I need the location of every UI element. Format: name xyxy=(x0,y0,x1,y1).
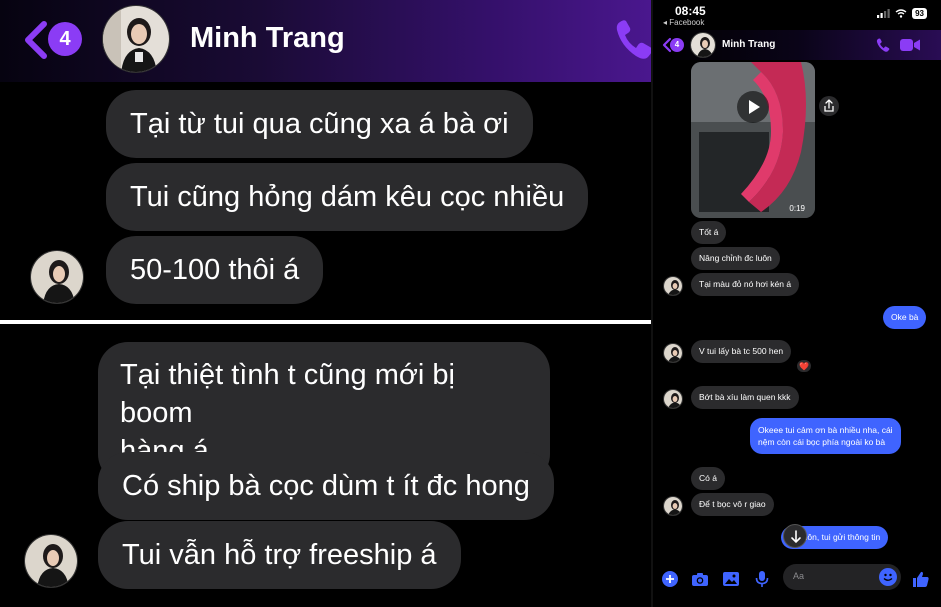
unread-count-badge: 4 xyxy=(48,22,82,56)
heart-reaction-icon[interactable]: ❤️ xyxy=(796,359,812,373)
contact-name[interactable]: Minh Trang xyxy=(190,22,345,55)
microphone-icon[interactable] xyxy=(753,570,771,588)
sender-avatar[interactable] xyxy=(663,343,683,363)
zoomed-chat-header: 4 Minh Trang xyxy=(0,0,651,82)
screenshot-root: 4 Minh Trang Tại từ tui qua cũng xa á bà… xyxy=(0,0,941,607)
incoming-message[interactable]: V tui lấy bà tc 500 hen xyxy=(691,340,792,363)
outgoing-message[interactable]: Okeee tui cảm ơn bà nhiều nha, cái nệm c… xyxy=(750,418,901,454)
thumbs-up-icon[interactable] xyxy=(912,570,930,588)
video-call-icon[interactable] xyxy=(900,38,920,52)
incoming-message[interactable]: Để t bọc vô r giao xyxy=(691,493,774,516)
battery-indicator: 93 xyxy=(912,8,927,19)
incoming-message[interactable]: Có á xyxy=(691,467,725,490)
scroll-down-arrow-icon[interactable] xyxy=(783,524,807,548)
camera-icon[interactable] xyxy=(691,570,709,588)
video-duration: 0:19 xyxy=(789,204,805,213)
sender-avatar[interactable] xyxy=(24,534,78,588)
zoomed-message-bubble[interactable]: Tui vẫn hỗ trợ freeship á xyxy=(98,521,461,589)
messenger-phone-screen: 08:45 ◂ Facebook 93 4 Minh Trang 0:19 Tố… xyxy=(651,0,941,607)
wifi-icon xyxy=(895,9,907,18)
zoomed-message-bubble[interactable]: 50-100 thôi á xyxy=(106,236,324,304)
incoming-message[interactable]: Tại màu đỏ nó hơi kén á xyxy=(691,273,800,296)
sender-avatar[interactable] xyxy=(663,496,683,516)
phone-icon[interactable] xyxy=(875,37,891,53)
incoming-message[interactable]: Tốt á xyxy=(691,221,727,244)
video-thumbnail xyxy=(691,62,815,218)
sender-avatar[interactable] xyxy=(663,276,683,296)
share-icon[interactable] xyxy=(819,96,839,116)
status-time: 08:45 xyxy=(675,4,706,18)
incoming-message[interactable]: Nâng chỉnh đc luôn xyxy=(691,247,780,270)
crop-divider xyxy=(0,320,651,324)
video-attachment[interactable]: 0:19 xyxy=(691,62,815,218)
play-icon[interactable] xyxy=(737,91,769,123)
zoomed-message-line: Tại thiệt tình t cũng mới bị boom xyxy=(120,359,455,429)
zoomed-conversation-crops: 4 Minh Trang Tại từ tui qua cũng xa á bà… xyxy=(0,0,651,607)
gallery-icon[interactable] xyxy=(722,570,740,588)
contact-name[interactable]: Minh Trang xyxy=(722,39,775,50)
back-chevron-icon[interactable] xyxy=(18,18,52,62)
emoji-icon[interactable] xyxy=(879,568,897,586)
back-to-app-link[interactable]: ◂ Facebook xyxy=(663,18,704,27)
zoomed-message-bubble[interactable]: Tại từ tui qua cũng xa á bà ơi xyxy=(106,90,533,158)
zoomed-message-bubble[interactable]: Tui cũng hỏng dám kêu cọc nhiều xyxy=(106,163,589,231)
message-input-placeholder: Aa xyxy=(793,571,805,581)
message-input[interactable]: Aa xyxy=(783,564,901,590)
signal-icon xyxy=(877,9,890,18)
plus-icon[interactable] xyxy=(661,570,679,588)
contact-avatar[interactable] xyxy=(690,32,716,58)
message-line: nệm còn cái bọc phía ngoài ko bà xyxy=(758,437,886,447)
contact-avatar[interactable] xyxy=(102,5,170,73)
message-composer: Aa xyxy=(653,558,941,607)
incoming-message[interactable]: Bớt bà xíu làm quen kkk xyxy=(691,386,799,409)
status-indicators: 93 xyxy=(877,8,927,19)
sender-avatar[interactable] xyxy=(30,250,84,304)
sender-avatar[interactable] xyxy=(663,389,683,409)
phone-icon[interactable] xyxy=(612,16,651,64)
message-line: Okeee tui cảm ơn bà nhiều nha, cái xyxy=(758,425,893,435)
unread-count-badge: 4 xyxy=(670,38,684,52)
chat-header: 4 Minh Trang xyxy=(653,30,941,60)
outgoing-message[interactable]: Oke bà xyxy=(883,306,927,329)
status-bar: 08:45 ◂ Facebook 93 xyxy=(653,0,941,30)
zoomed-message-bubble[interactable]: Có ship bà cọc dùm t ít đc hong xyxy=(98,452,554,520)
